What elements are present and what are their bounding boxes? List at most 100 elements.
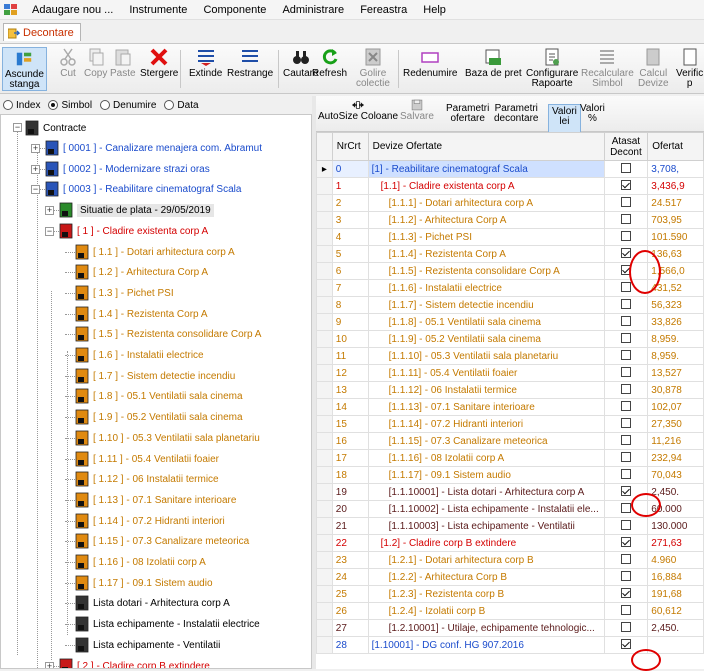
attach-checkbox[interactable] xyxy=(620,536,631,547)
toolbar-button-verify[interactable]: Verific p xyxy=(676,47,703,89)
collapse-toggle-icon[interactable]: − xyxy=(45,227,54,236)
toolbar-button-paste[interactable]: Paste xyxy=(110,47,136,79)
tree-node[interactable]: [ 1.15 ] - 07.3 Canalizare meteorica xyxy=(75,532,249,550)
attach-checkbox[interactable] xyxy=(620,468,631,479)
expand-toggle-icon[interactable]: + xyxy=(31,144,40,153)
table-row[interactable]: 12 [1.1.11] - 05.4 Ventilatii foaier 13,52… xyxy=(316,364,704,382)
toolbar-button-clear-collection[interactable]: Golire colectie xyxy=(356,47,390,89)
cell-atasat-decont[interactable] xyxy=(603,585,649,603)
menu-item-0[interactable]: Adaugare nou ... xyxy=(24,4,121,16)
tree-node-root[interactable]: Contracte xyxy=(25,119,86,137)
attach-checkbox[interactable] xyxy=(620,587,631,598)
tree-node[interactable]: [ 1.9 ] - 05.2 Ventilatii sala cinema xyxy=(75,408,243,426)
cell-atasat-decont[interactable] xyxy=(603,330,649,348)
attach-checkbox[interactable] xyxy=(620,213,631,224)
menu-item-5[interactable]: Help xyxy=(415,4,454,16)
tree-node[interactable]: [ 1.1 ] - Dotari arhitectura corp A xyxy=(75,243,235,261)
toolbar-button-copy[interactable]: Copy xyxy=(84,47,107,79)
menu-item-3[interactable]: Administrare xyxy=(274,4,352,16)
tree-node[interactable]: [ 1.7 ] - Sistem detectie incendiu xyxy=(75,367,235,385)
menu-item-1[interactable]: Instrumente xyxy=(121,4,195,16)
table-row[interactable]: 15 [1.1.14] - 07.2 Hidranti interiori 27,3… xyxy=(316,415,704,433)
cell-atasat-decont[interactable] xyxy=(603,619,649,637)
radio-index[interactable]: Index xyxy=(3,100,40,111)
toolbar-button-expand[interactable]: Extinde xyxy=(189,47,222,79)
tree-node[interactable]: [ 1.5 ] - Rezistenta consolidare Corp A xyxy=(75,325,261,343)
toolbar-button-delete[interactable]: Stergere xyxy=(140,47,178,79)
grid-toolbar-button-0[interactable]: AutoSize Coloane xyxy=(318,98,398,122)
tree-node[interactable]: [ 2 ] - Cladire corp B extindere xyxy=(59,657,210,668)
table-row[interactable]: 13 [1.1.12] - 06 Instalatii termice 30,878 xyxy=(316,381,704,399)
col-header-ofertat[interactable]: Ofertat xyxy=(647,132,704,161)
col-header-nrcrt[interactable]: NrCrt xyxy=(331,132,369,161)
toolbar-button-calc-estimates[interactable]: Calcul Devize xyxy=(638,47,669,89)
cell-atasat-decont[interactable] xyxy=(603,534,649,552)
radio-data[interactable]: Data xyxy=(164,100,199,111)
tree-node[interactable]: Lista dotari - Arhitectura corp A xyxy=(75,594,230,612)
radio-dot[interactable] xyxy=(100,100,111,110)
table-row[interactable]: 18 [1.1.17] - 09.1 Sistem audio 70,043 xyxy=(316,466,704,484)
attach-checkbox[interactable] xyxy=(620,383,631,394)
table-row[interactable]: ▸ 0 [1] - Reabilitare cinematograf Scala 3,… xyxy=(316,160,704,178)
table-row[interactable]: 9 [1.1.8] - 05.1 Ventilatii sala cinema 33… xyxy=(316,313,704,331)
table-row[interactable]: 25 [1.2.3] - Rezistenta corp B 191,68 xyxy=(316,585,704,603)
contract-tree[interactable]: Contracte − + [ 0001 ] - Canalizare menajer… xyxy=(0,114,312,669)
table-row[interactable]: 22 [1.2] - Cladire corp B extindere 271,63 xyxy=(316,534,704,552)
attach-checkbox[interactable] xyxy=(620,281,631,292)
toolbar-button-price-base[interactable]: Baza de pret xyxy=(465,47,522,79)
radio-denumire[interactable]: Denumire xyxy=(100,100,156,111)
tree-node[interactable]: [ 0001 ] - Canalizare menajera com. Abra… xyxy=(45,139,262,157)
expand-toggle-icon[interactable]: + xyxy=(31,165,40,174)
tree-node[interactable]: [ 1.14 ] - 07.2 Hidranti interiori xyxy=(75,512,225,530)
cell-atasat-decont[interactable] xyxy=(603,398,649,416)
expand-toggle-icon[interactable]: + xyxy=(45,662,54,668)
tree-node[interactable]: [ 1.12 ] - 06 Instalatii termice xyxy=(75,470,219,488)
tree-node[interactable]: [ 1 ] - Cladire existenta corp A xyxy=(59,222,208,240)
attach-checkbox[interactable] xyxy=(620,485,631,496)
attach-checkbox[interactable] xyxy=(620,621,631,632)
col-header-devize-ofertate[interactable]: Devize Ofertate xyxy=(367,132,605,161)
tree-node[interactable]: [ 1.6 ] - Instalatii electrice xyxy=(75,346,204,364)
tree-node[interactable]: [ 1.10 ] - 05.3 Ventilatii sala planetar… xyxy=(75,429,260,447)
tree-node[interactable]: [ 1.3 ] - Pichet PSI xyxy=(75,284,174,302)
table-row[interactable]: 21 [1.1.10003] - Lista echipamente - Vent… xyxy=(316,517,704,535)
tab-decontare[interactable]: Decontare xyxy=(3,23,81,41)
tree-node[interactable]: [ 1.4 ] - Rezistenta Corp A xyxy=(75,305,208,323)
cell-atasat-decont[interactable] xyxy=(603,602,649,620)
table-row[interactable]: 3 [1.1.2] - Arhitectura Corp A 703,95 xyxy=(316,211,704,229)
grid-toolbar-button-1[interactable]: Salvare xyxy=(400,98,434,122)
tree-node[interactable]: [ 1.2 ] - Arhitectura Corp A xyxy=(75,263,208,281)
cell-atasat-decont[interactable] xyxy=(603,177,649,195)
table-row[interactable]: 24 [1.2.2] - Arhitectura Corp B 16,884 xyxy=(316,568,704,586)
cell-atasat-decont[interactable] xyxy=(603,517,649,535)
table-row[interactable]: 17 [1.1.16] - 08 Izolatii corp A 232,94 xyxy=(316,449,704,467)
attach-checkbox[interactable] xyxy=(620,247,631,258)
attach-checkbox[interactable] xyxy=(620,570,631,581)
grid-toolbar-button-2[interactable]: Parametri ofertare xyxy=(446,104,489,124)
attach-checkbox[interactable] xyxy=(620,162,631,173)
menu-item-4[interactable]: Fereastra xyxy=(352,4,415,16)
tree-node[interactable]: Situatie de plata - 29/05/2019 xyxy=(59,201,214,219)
cell-atasat-decont[interactable] xyxy=(603,381,649,399)
table-row[interactable]: 16 [1.1.15] - 07.3 Canalizare meteorica 11… xyxy=(316,432,704,450)
cell-atasat-decont[interactable] xyxy=(603,313,649,331)
attach-checkbox[interactable] xyxy=(620,604,631,615)
grid-toolbar-button-5[interactable]: Valori % xyxy=(580,104,605,124)
table-row[interactable]: 4 [1.1.3] - Pichet PSI 101.590 xyxy=(316,228,704,246)
tree-node[interactable]: [ 1.17 ] - 09.1 Sistem audio xyxy=(75,574,213,592)
cell-atasat-decont[interactable] xyxy=(603,194,649,212)
attach-checkbox[interactable] xyxy=(620,638,631,649)
tree-node[interactable]: [ 1.16 ] - 08 Izolatii corp A xyxy=(75,553,206,571)
attach-checkbox[interactable] xyxy=(620,400,631,411)
toolbar-button-collapse[interactable]: Restrange xyxy=(227,47,273,79)
tree-node[interactable]: Lista echipamente - Instalatii electrice xyxy=(75,615,260,633)
table-row[interactable]: 27 [1.2.10001] - Utilaje, echipamente teh… xyxy=(316,619,704,637)
attach-checkbox[interactable] xyxy=(620,417,631,428)
cell-atasat-decont[interactable] xyxy=(603,449,649,467)
cell-atasat-decont[interactable] xyxy=(603,211,649,229)
attach-checkbox[interactable] xyxy=(620,332,631,343)
toolbar-button-hide-left[interactable]: Ascunde stanga xyxy=(2,47,47,91)
table-row[interactable]: 14 [1.1.13] - 07.1 Sanitare interioare 102… xyxy=(316,398,704,416)
radio-dot[interactable] xyxy=(48,100,59,110)
cell-atasat-decont[interactable] xyxy=(603,296,649,314)
